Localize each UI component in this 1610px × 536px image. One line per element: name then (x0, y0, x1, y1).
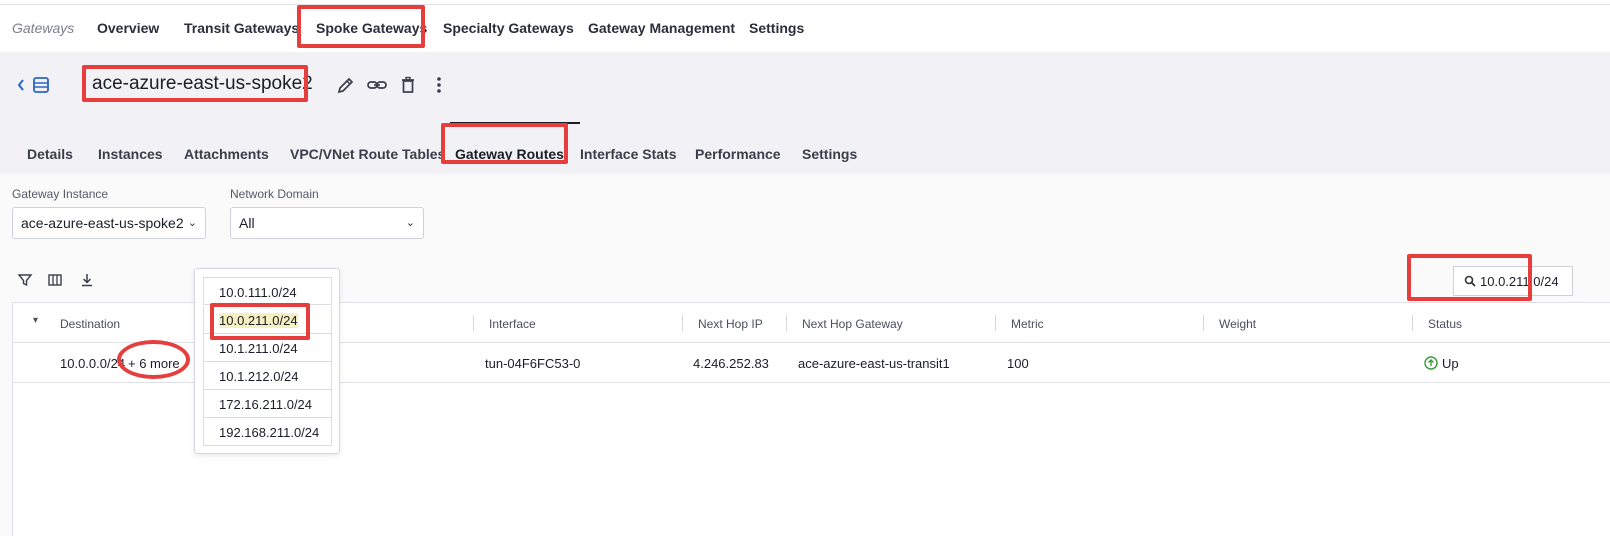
edit-pencil-icon[interactable] (335, 74, 357, 96)
expand-all-caret-icon[interactable]: ▾ (33, 315, 38, 326)
search-input[interactable]: 10.0.211.0/24 (1453, 266, 1573, 296)
status-value: Up (1442, 356, 1459, 371)
tab-gateway-routes[interactable]: Gateway Routes (455, 146, 564, 162)
col-destination[interactable]: Destination (60, 317, 120, 331)
chevron-down-icon: ⌄ (405, 217, 415, 229)
network-domain-label: Network Domain (230, 187, 319, 201)
cell-next-hop-ip: 4.246.252.83 (693, 356, 769, 371)
popover-item[interactable]: 172.16.211.0/24 (203, 390, 332, 418)
gateway-instance-select[interactable]: ace-azure-east-us-spoke2 ⌄ (12, 207, 206, 239)
popover-item[interactable]: 192.168.211.0/24 (203, 418, 332, 446)
breadcrumb-gateways[interactable]: Gateways (12, 20, 74, 36)
col-status[interactable]: Status (1428, 317, 1462, 331)
more-destinations-link[interactable]: + 6 more (128, 356, 180, 371)
tab-attachments[interactable]: Attachments (184, 146, 269, 162)
col-separator (995, 315, 996, 331)
tab-instances[interactable]: Instances (98, 146, 163, 162)
gateway-tabs: Details Instances Attachments VPC/VNet R… (0, 132, 1610, 174)
gateway-name-title: ace-azure-east-us-spoke2 (92, 73, 313, 94)
col-separator (473, 315, 474, 331)
destination-value: 10.0.0.0/24 (60, 356, 126, 371)
active-tab-underline (450, 122, 580, 124)
nav-transit-gateways[interactable]: Transit Gateways (184, 20, 299, 36)
network-domain-select[interactable]: All ⌄ (230, 207, 424, 239)
nav-specialty-gateways[interactable]: Specialty Gateways (443, 20, 574, 36)
cell-status: Up (1424, 356, 1459, 371)
tab-vpc-vnet-route-tables[interactable]: VPC/VNet Route Tables (290, 146, 445, 162)
gateway-instance-value: ace-azure-east-us-spoke2 (21, 215, 184, 231)
chevron-down-icon: ⌄ (187, 217, 197, 229)
col-metric[interactable]: Metric (1011, 317, 1044, 331)
popover-item-match[interactable]: 10.0.211.0/24 (203, 306, 332, 334)
nav-spoke-gateways[interactable]: Spoke Gateways (316, 20, 427, 36)
more-destinations-popover: 10.0.111.0/24 10.0.211.0/24 10.1.211.0/2… (194, 268, 340, 454)
tab-settings[interactable]: Settings (802, 146, 857, 162)
top-edge (0, 0, 1610, 5)
status-up-icon (1424, 356, 1438, 370)
tab-interface-stats[interactable]: Interface Stats (580, 146, 676, 162)
col-separator (1412, 315, 1413, 331)
tab-details[interactable]: Details (27, 146, 73, 162)
popover-item[interactable]: 10.1.211.0/24 (203, 334, 332, 362)
network-domain-value: All (239, 215, 255, 231)
filter-icon[interactable] (17, 272, 33, 288)
columns-icon[interactable] (47, 272, 63, 288)
tab-performance[interactable]: Performance (695, 146, 781, 162)
top-nav: Gateways Overview Transit Gateways Spoke… (0, 6, 1610, 52)
link-icon[interactable] (366, 74, 388, 96)
search-value: 10.0.211.0/24 (1480, 274, 1559, 289)
col-interface[interactable]: Interface (489, 317, 536, 331)
col-separator (786, 315, 787, 331)
back-list-icon (17, 77, 49, 93)
nav-settings[interactable]: Settings (749, 20, 804, 36)
download-icon[interactable] (79, 272, 95, 288)
col-separator (682, 315, 683, 331)
col-next-hop-ip[interactable]: Next Hop IP (698, 317, 763, 331)
search-icon (1464, 275, 1476, 287)
gateway-instance-label: Gateway Instance (12, 187, 109, 201)
popover-item[interactable]: 10.1.212.0/24 (203, 362, 332, 390)
search-match-highlight: 10.0.211.0/24 (219, 313, 298, 328)
popover-item[interactable]: 10.0.111.0/24 (203, 277, 332, 305)
nav-overview[interactable]: Overview (97, 20, 159, 36)
cell-interface: tun-04F6FC53-0 (485, 356, 581, 371)
delete-trash-icon[interactable] (397, 74, 419, 96)
cell-metric: 100 (1007, 356, 1029, 371)
nav-gateway-management[interactable]: Gateway Management (588, 20, 735, 36)
col-separator (1203, 315, 1204, 331)
col-next-hop-gateway[interactable]: Next Hop Gateway (802, 317, 903, 331)
gateway-header: ace-azure-east-us-spoke2 Details Instanc… (0, 52, 1610, 174)
cell-destination: 10.0.0.0/24 (60, 356, 125, 371)
back-to-list-button[interactable] (16, 74, 56, 96)
more-options-kebab-icon[interactable] (428, 74, 450, 96)
col-weight[interactable]: Weight (1219, 317, 1256, 331)
cell-next-hop-gateway: ace-azure-east-us-transit1 (798, 356, 950, 371)
